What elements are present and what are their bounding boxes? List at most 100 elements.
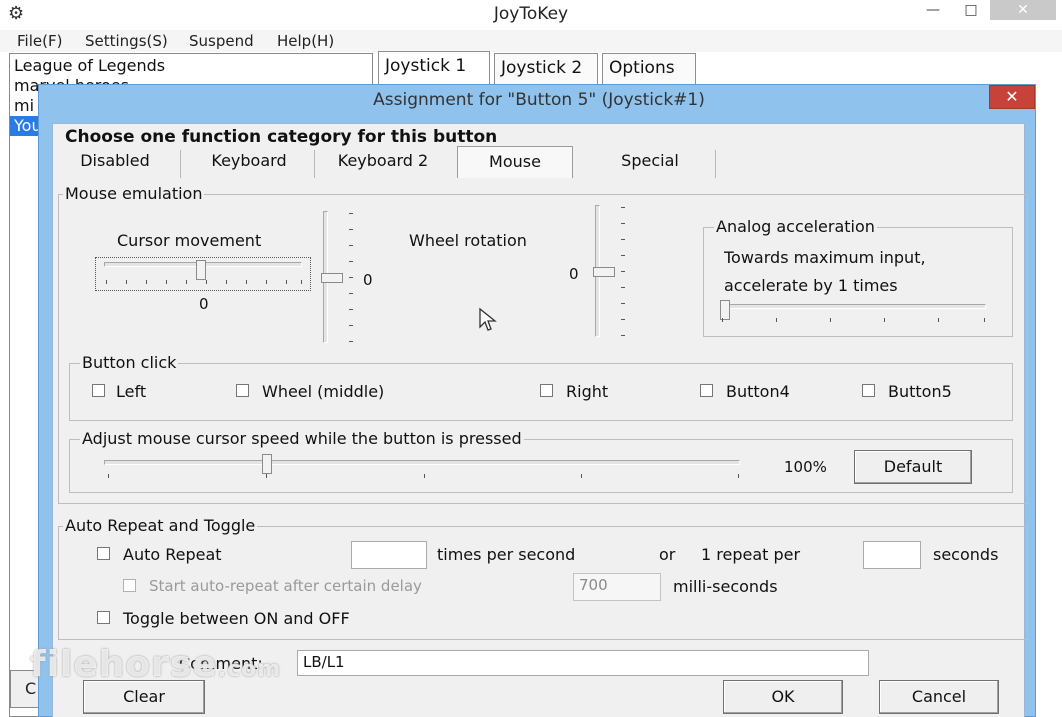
- assignment-dialog: Assignment for "Button 5" (Joystick#1) ✕…: [38, 84, 1036, 717]
- cursor-speed-value: 100%: [784, 458, 827, 476]
- middle-click-label: Wheel (middle): [262, 382, 385, 401]
- category-tab-mouse[interactable]: Mouse: [457, 146, 573, 178]
- cursor-speed-group: Adjust mouse cursor speed while the butt…: [69, 429, 1013, 493]
- dialog-content: Choose one function category for this bu…: [52, 123, 1028, 717]
- slider-tick: [126, 280, 127, 284]
- slider-tick: [286, 280, 287, 284]
- one-repeat-per-label: 1 repeat per: [701, 545, 801, 564]
- auto-repeat-label: Auto Repeat: [123, 545, 222, 564]
- wheel-rotation-slider[interactable]: [593, 205, 633, 339]
- slider-tick: [621, 223, 625, 224]
- profile-item[interactable]: League of Legends: [14, 56, 165, 76]
- menu-help[interactable]: Help(H): [277, 32, 334, 50]
- menu-bar: File(F) Settings(S) Suspend Help(H): [0, 30, 1062, 52]
- profile-item[interactable]: mi: [14, 96, 34, 116]
- category-tab-keyboard-2[interactable]: Keyboard 2: [319, 146, 447, 178]
- button5-checkbox[interactable]: [862, 384, 875, 397]
- slider-tick: [266, 474, 267, 478]
- cursor-horizontal-slider[interactable]: [95, 257, 311, 291]
- slider-tick: [206, 280, 207, 284]
- slider-thumb[interactable]: [321, 273, 343, 283]
- slider-thumb[interactable]: [196, 260, 206, 280]
- cursor-movement-label: Cursor movement: [117, 231, 262, 250]
- auto-repeat-checkbox[interactable]: [97, 547, 110, 560]
- slider-tick: [146, 280, 147, 284]
- tab-separator: [715, 150, 716, 178]
- category-tab-keyboard[interactable]: Keyboard: [187, 146, 311, 178]
- cursor-vertical-value: 0: [363, 271, 373, 289]
- slider-tick: [266, 280, 267, 284]
- slider-tick: [166, 280, 167, 284]
- button4-checkbox[interactable]: [700, 384, 713, 397]
- watermark-suffix: .com: [217, 657, 282, 682]
- slider-tick: [424, 474, 425, 478]
- cursor-speed-slider[interactable]: [104, 454, 744, 480]
- dialog-title: Assignment for "Button 5" (Joystick#1): [373, 90, 705, 110]
- slider-tick: [349, 261, 353, 262]
- middle-click-checkbox[interactable]: [236, 384, 249, 397]
- toggle-label: Toggle between ON and OFF: [123, 609, 350, 628]
- slider-tick: [621, 207, 625, 208]
- slider-tick: [621, 335, 625, 336]
- times-per-second-input[interactable]: [351, 541, 427, 569]
- cancel-button[interactable]: Cancel: [879, 680, 999, 714]
- slider-tick: [938, 318, 939, 322]
- category-tab-special[interactable]: Special: [585, 146, 715, 178]
- right-click-checkbox[interactable]: [540, 384, 553, 397]
- button-click-group: Button click Left Wheel (middle) Right B…: [69, 353, 1013, 421]
- main-titlebar: ⚙ JoyToKey — □ ✕: [0, 0, 1062, 30]
- left-click-label: Left: [116, 382, 147, 401]
- slider-tick: [349, 213, 353, 214]
- or-label: or: [659, 545, 676, 564]
- menu-file[interactable]: File(F): [17, 32, 62, 50]
- group-label: Mouse emulation: [63, 184, 205, 203]
- slider-tick: [621, 303, 625, 304]
- close-window-button[interactable]: ✕: [990, 0, 1056, 20]
- dialog-close-button[interactable]: ✕: [989, 85, 1035, 109]
- tab-options[interactable]: Options: [602, 53, 696, 85]
- watermark-text: filehorse: [30, 644, 218, 685]
- toggle-checkbox[interactable]: [97, 611, 110, 624]
- group-label: Analog acceleration: [714, 217, 877, 236]
- tab-joystick-1[interactable]: Joystick 1: [378, 51, 490, 85]
- right-click-label: Right: [566, 382, 609, 401]
- slider-thumb[interactable]: [720, 300, 730, 320]
- menu-suspend[interactable]: Suspend: [189, 32, 254, 50]
- slider-tick: [301, 280, 302, 284]
- delay-checkbox[interactable]: [123, 579, 136, 592]
- delay-ms-input[interactable]: 700: [573, 573, 661, 601]
- slider-tick: [246, 280, 247, 284]
- wheel-rotation-label: Wheel rotation: [409, 231, 527, 250]
- seconds-input[interactable]: [863, 541, 921, 569]
- left-click-checkbox[interactable]: [92, 384, 105, 397]
- slider-tick: [349, 309, 353, 310]
- slider-tick: [349, 341, 353, 342]
- slider-tick: [984, 318, 985, 322]
- maximize-button[interactable]: □: [956, 0, 986, 20]
- slider-thumb[interactable]: [262, 454, 272, 474]
- window-title: JoyToKey: [493, 4, 569, 24]
- analog-acceleration-group: Analog acceleration Towards maximum inpu…: [703, 217, 1013, 337]
- acceleration-slider[interactable]: [720, 300, 990, 326]
- ok-button[interactable]: OK: [723, 680, 843, 714]
- slider-track: [104, 460, 740, 465]
- tab-joystick-2[interactable]: Joystick 2: [494, 53, 598, 85]
- cursor-vertical-slider[interactable]: [321, 211, 361, 345]
- minimize-button[interactable]: —: [918, 0, 948, 20]
- button4-label: Button4: [726, 382, 790, 401]
- default-button[interactable]: Default: [854, 450, 972, 484]
- slider-thumb[interactable]: [593, 267, 615, 277]
- clear-button[interactable]: Clear: [83, 680, 205, 714]
- mouse-pointer-icon: [479, 307, 497, 331]
- acceleration-text-line2: accelerate by 1 times: [724, 276, 898, 295]
- seconds-label: seconds: [933, 545, 999, 564]
- tab-separator: [180, 150, 181, 178]
- tab-separator: [314, 150, 315, 178]
- slider-tick: [106, 280, 107, 284]
- group-label: Auto Repeat and Toggle: [63, 516, 258, 535]
- menu-settings[interactable]: Settings(S): [85, 32, 168, 50]
- slider-tick: [621, 287, 625, 288]
- slider-tick: [738, 474, 739, 478]
- comment-input[interactable]: LB/L1: [297, 650, 869, 676]
- category-tab-disabled[interactable]: Disabled: [57, 146, 173, 178]
